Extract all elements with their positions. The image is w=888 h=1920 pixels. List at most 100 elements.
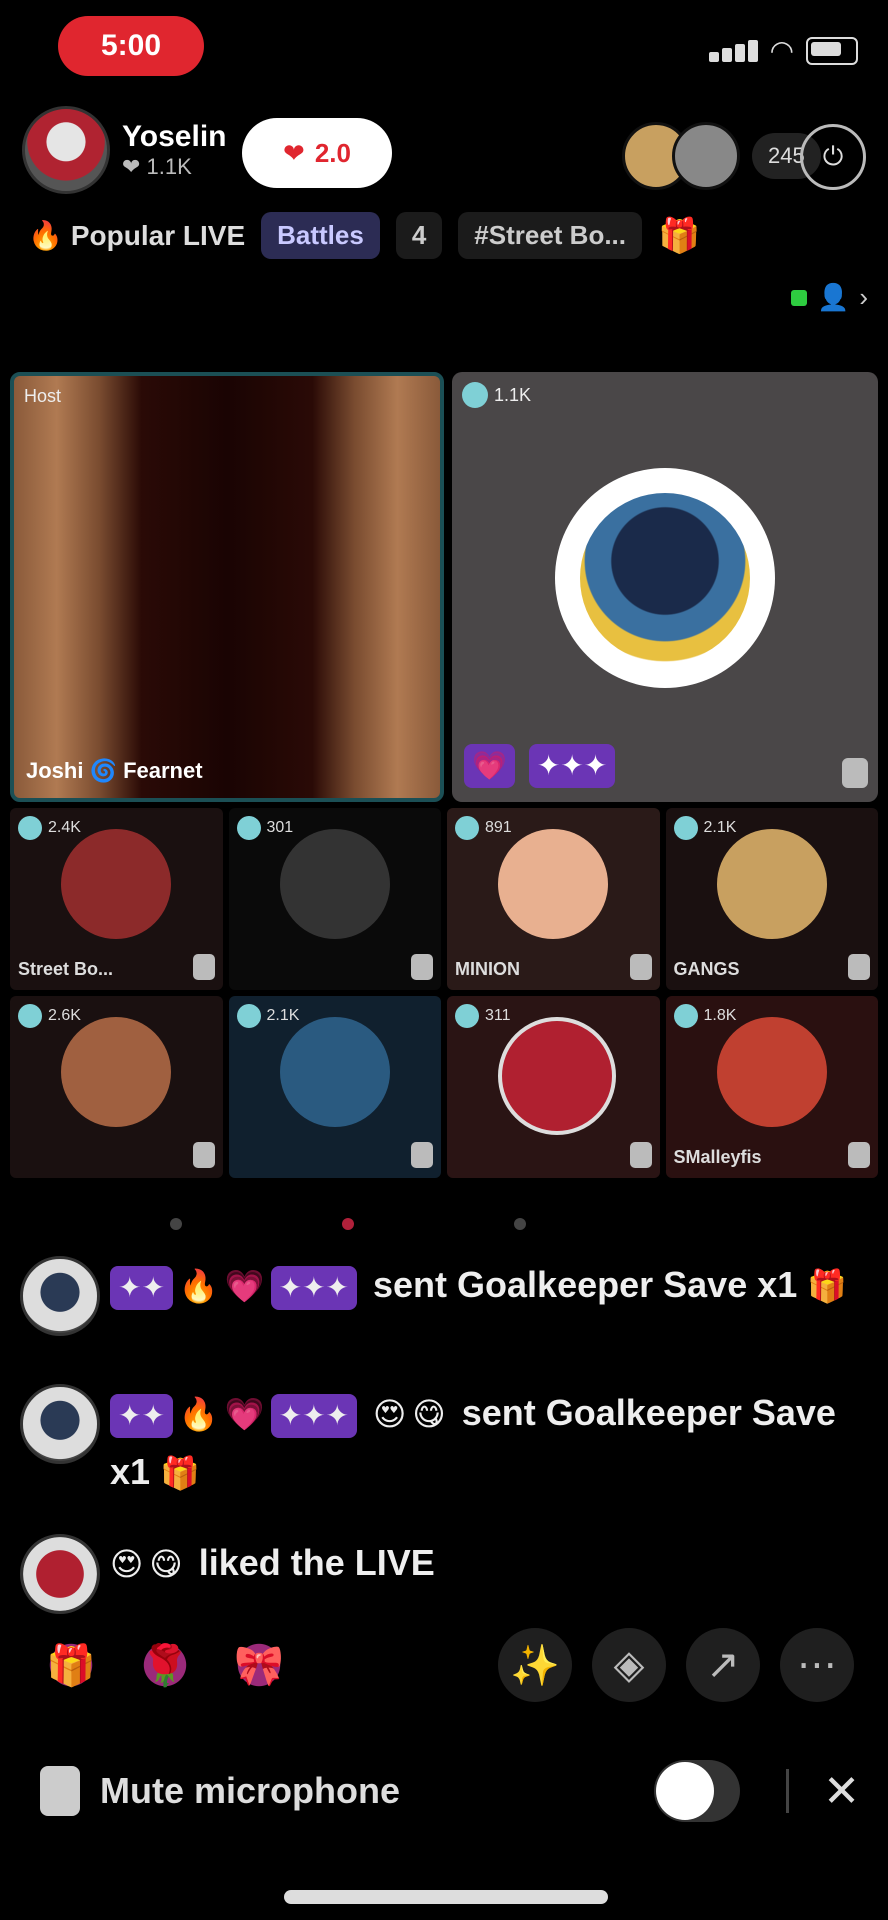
chat-text: 😍 😋 liked the LIVE	[110, 1542, 435, 1583]
like-pill[interactable]: ❤ 2.0	[242, 118, 392, 188]
chat-text: ✦✦ 🔥 💗 ✦✦✦ 😍 😋 sent Goalkeeper Save x1 🎁	[110, 1392, 836, 1492]
home-indicator[interactable]	[284, 1890, 608, 1904]
status-time-pill[interactable]: 5:00	[58, 16, 204, 76]
gift-box-icon[interactable]: 🎀	[222, 1628, 296, 1702]
guest-avatar-emblem	[555, 468, 775, 689]
host-subtitle: ❤ 1.1K	[122, 154, 192, 179]
guest-count-badge: 2.1K	[236, 1004, 299, 1028]
chevron-right-icon[interactable]: ›	[859, 282, 868, 313]
chat-message[interactable]: 😍 😋 liked the LIVE	[20, 1534, 880, 1614]
guest-cell[interactable]: 2.1K	[228, 996, 441, 1178]
live-indicator-icon	[790, 289, 807, 306]
chat-message[interactable]: ✦✦ 🔥 💗 ✦✦✦ sent Goalkeeper Save x1 🎁	[20, 1256, 880, 1336]
mic-icon[interactable]	[411, 954, 433, 980]
mic-icon[interactable]	[842, 758, 868, 788]
guest-tile[interactable]: 1.1K 💗 ✦✦✦	[452, 372, 878, 802]
rose-icon[interactable]: 🌹	[128, 1628, 202, 1702]
guest-avatar	[279, 1017, 390, 1128]
coin-icon	[462, 382, 488, 408]
page-indicator	[170, 1218, 526, 1230]
chat-avatar[interactable]	[20, 1534, 100, 1614]
guest-name: MINION	[455, 959, 520, 979]
popular-live-tag[interactable]: 🔥 Popular LIVE	[28, 219, 245, 252]
like-count: 2.0	[314, 137, 351, 168]
mic-icon[interactable]	[848, 1142, 870, 1168]
tile-caption: 💗 ✦✦✦	[464, 744, 621, 788]
page-dot	[514, 1218, 526, 1230]
battles-tag[interactable]: Battles	[261, 212, 380, 259]
divider	[786, 1769, 790, 1813]
mic-icon[interactable]	[411, 1142, 433, 1168]
mic-icon[interactable]	[629, 1142, 652, 1168]
host-tile[interactable]: Host Joshi 🌀 Fearnet	[10, 372, 444, 802]
guest-grid: 2.4K Street Bo... 301 891 MINION 2.1K GANGS…	[10, 808, 878, 1178]
guest-name: Street Bo...	[18, 959, 114, 979]
status-icons: ◠	[708, 34, 858, 67]
guest-cell[interactable]: 301	[228, 808, 441, 990]
close-live-button[interactable]: ⏻	[800, 124, 866, 190]
viewer-list[interactable]: 245	[622, 122, 821, 190]
mute-row: Mute microphone ✕	[40, 1760, 860, 1822]
guest-cell[interactable]: 311	[447, 996, 660, 1178]
guest-avatar	[716, 1017, 827, 1128]
heart-icon: ❤	[283, 137, 305, 168]
page-dot	[170, 1218, 182, 1230]
guest-count-badge: 2.1K	[673, 816, 736, 840]
chat-message[interactable]: ✦✦ 🔥 💗 ✦✦✦ 😍 😋 sent Goalkeeper Save x1 🎁	[20, 1384, 880, 1502]
power-icon: ⏻	[822, 141, 844, 171]
chat-message-text: liked the LIVE	[198, 1542, 435, 1583]
guest-count-badge: 2.4K	[18, 816, 81, 840]
status-time: 5:00	[100, 29, 162, 62]
person-icon: 👤	[816, 282, 850, 312]
guest-name: GANGS	[673, 959, 740, 979]
gift-icon[interactable]: 🎁	[34, 1628, 108, 1702]
chat-message-text: sent Goalkeeper Save x1	[110, 1392, 836, 1492]
guest-cell[interactable]: 891 MINION	[447, 808, 660, 990]
tile-badge-label: Host	[24, 386, 62, 406]
guest-count-badge: 2.6K	[18, 1004, 81, 1028]
tile-badge: 1.1K	[462, 382, 531, 408]
page-dot-active	[342, 1218, 354, 1230]
share-icon[interactable]: ↗	[686, 1628, 760, 1702]
host-info[interactable]: Yoselin ❤ 1.1K	[22, 106, 226, 194]
action-row: 🎁 🌹 🎀 ✨ ◈ ↗ ⋯	[34, 1628, 854, 1702]
guest-cell[interactable]: 2.4K Street Bo...	[10, 808, 223, 990]
mic-icon[interactable]	[192, 954, 215, 980]
viewer-avatar[interactable]	[672, 122, 740, 190]
more-options-icon[interactable]: ⋯	[780, 1628, 854, 1702]
guest-avatar	[498, 1017, 617, 1136]
guest-cell[interactable]: 1.8K SMalleyfis	[665, 996, 878, 1178]
mic-icon[interactable]	[629, 954, 652, 980]
signal-icon	[708, 39, 758, 62]
rank-tag[interactable]: 4	[395, 212, 443, 259]
microphone-icon	[40, 1766, 80, 1816]
indicators-row: 👤 ›	[790, 282, 868, 313]
mic-icon[interactable]	[192, 1142, 215, 1168]
tile-badge-label: 1.1K	[494, 384, 532, 405]
mute-microphone-toggle[interactable]	[654, 1760, 741, 1822]
host-avatar[interactable]	[22, 106, 110, 194]
tile-caption: Joshi 🌀 Fearnet	[26, 758, 203, 783]
guest-avatar	[498, 829, 609, 940]
main-guest-tiles: Host Joshi 🌀 Fearnet 1.1K 💗 ✦✦✦	[10, 372, 878, 802]
mic-icon[interactable]	[848, 954, 870, 980]
guest-count-badge: 891	[455, 816, 512, 840]
hashtag-tag[interactable]: #Street Bo...	[458, 212, 643, 259]
effects-icon[interactable]: ✨	[498, 1628, 572, 1702]
tile-badge: Host	[24, 386, 61, 407]
filter-icon[interactable]: ◈	[592, 1628, 666, 1702]
guest-count-badge: 1.8K	[673, 1004, 736, 1028]
guest-cell[interactable]: 2.1K GANGS	[665, 808, 878, 990]
wifi-icon: ◠	[769, 35, 794, 66]
close-icon[interactable]: ✕	[823, 1766, 860, 1817]
guest-name: SMalleyfis	[673, 1147, 762, 1167]
chat-avatar[interactable]	[20, 1256, 100, 1336]
guest-avatar	[61, 1017, 172, 1128]
guest-count-badge: 311	[455, 1004, 511, 1028]
guest-avatar	[716, 829, 827, 940]
guest-avatar	[279, 829, 390, 940]
gift-box-icon[interactable]: 🎁	[658, 216, 700, 256]
mute-microphone-label: Mute microphone	[100, 1770, 401, 1811]
guest-cell[interactable]: 2.6K	[10, 996, 223, 1178]
chat-avatar[interactable]	[20, 1384, 100, 1464]
